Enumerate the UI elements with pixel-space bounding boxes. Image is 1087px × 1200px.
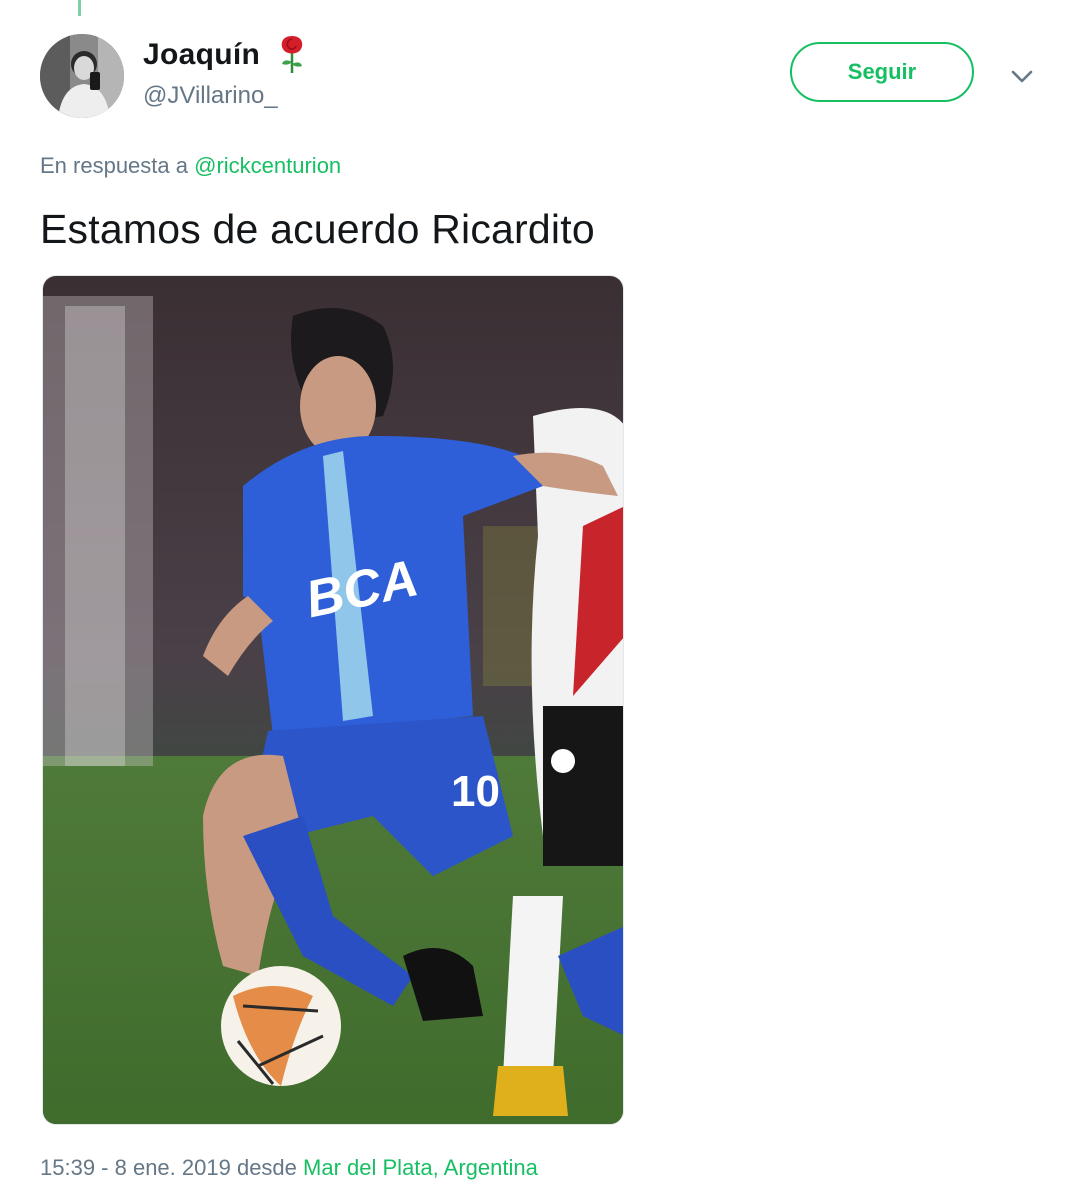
thread-connector-line — [78, 0, 81, 16]
avatar[interactable] — [40, 34, 124, 118]
football-photo: 10 BCA — [43, 276, 623, 1124]
reply-mention-link[interactable]: @rickcenturion — [194, 153, 341, 178]
tweet-location-link[interactable]: Mar del Plata, Argentina — [303, 1155, 538, 1180]
rose-icon — [281, 36, 303, 73]
follow-button[interactable]: Seguir — [790, 42, 974, 102]
chevron-down-icon[interactable] — [1008, 62, 1036, 90]
reply-prefix: En respuesta a — [40, 153, 188, 178]
jersey-number: 10 — [451, 767, 500, 816]
source-prefix: desde — [236, 1155, 297, 1180]
tweet-media-photo[interactable]: 10 BCA — [42, 275, 624, 1125]
tweet-metadata: 15:39 - 8 ene. 2019 desde Mar del Plata,… — [40, 1155, 538, 1181]
reply-context: En respuesta a @rickcenturion — [40, 153, 341, 179]
author-handle[interactable]: @JVillarino_ — [143, 82, 278, 110]
author-display-name[interactable]: Joaquín — [143, 38, 260, 72]
tweet-timestamp[interactable]: 15:39 - 8 ene. 2019 — [40, 1155, 231, 1180]
tweet-text: Estamos de acuerdo Ricardito — [40, 206, 595, 252]
profile-photo — [40, 34, 124, 118]
